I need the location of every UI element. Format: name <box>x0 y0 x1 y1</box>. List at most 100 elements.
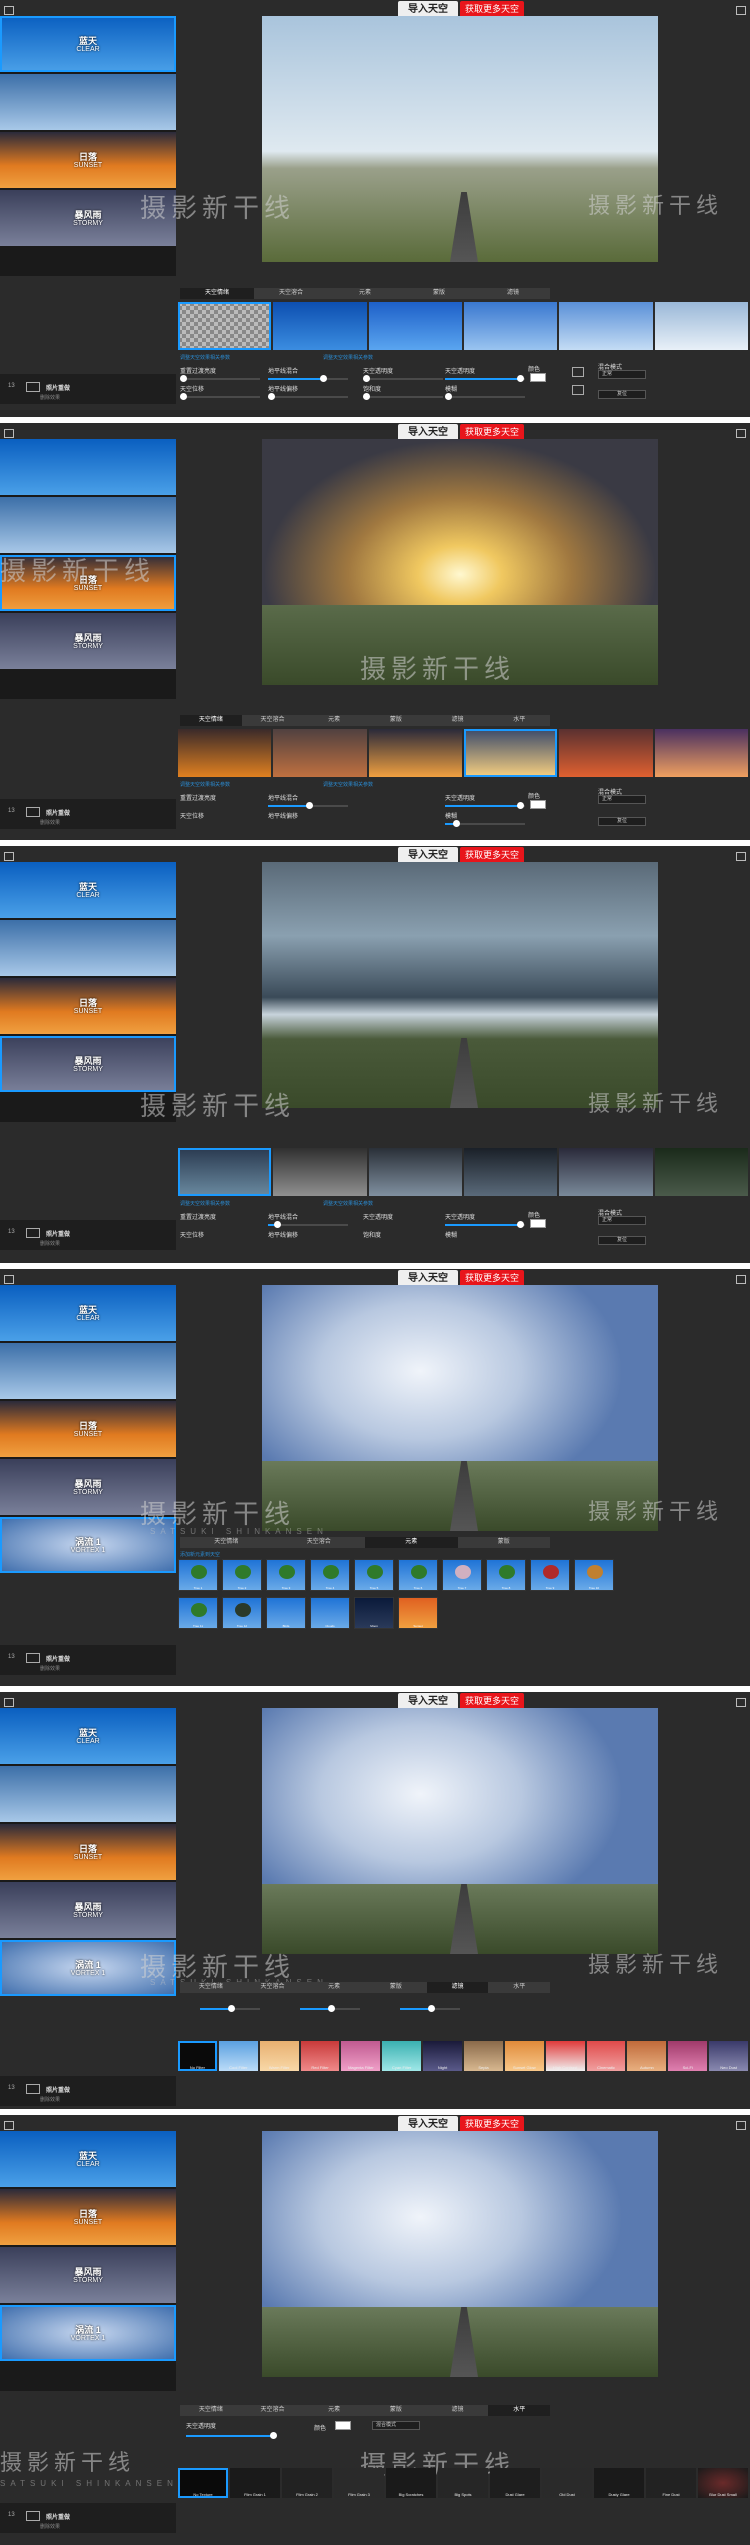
back-icon[interactable] <box>4 1698 14 1707</box>
texture-dust-glare[interactable]: Dust Glare <box>490 2468 540 2498</box>
sky-item-stormy[interactable]: 暴风雨 STORMY <box>0 1882 176 1938</box>
tab-sky-blend[interactable]: 天空溶合 <box>242 2405 304 2416</box>
element-birds[interactable]: Birds <box>266 1597 306 1629</box>
sky-item-clouds[interactable] <box>0 74 176 130</box>
back-icon[interactable] <box>4 6 14 15</box>
thumb-blue-5[interactable] <box>654 302 748 350</box>
filter-sunset-glow[interactable]: Sunset Glow <box>504 2041 544 2071</box>
element-tree-9[interactable]: Tree 9 <box>530 1559 570 1591</box>
element-sunset[interactable]: Sunset <box>398 1597 438 1629</box>
filter-red[interactable]: Red Filter <box>300 2041 340 2071</box>
remove-effect-label[interactable]: 删除效果 <box>40 2096 60 2103</box>
share-icon[interactable] <box>736 6 746 15</box>
remove-effect-label[interactable]: 删除效果 <box>40 819 60 826</box>
tab-sky-blend[interactable]: 天空溶合 <box>273 1537 366 1548</box>
filter-cool[interactable]: Cool Filter <box>218 2041 258 2071</box>
filter-color-slider[interactable] <box>400 2005 460 2012</box>
brightness-slider[interactable] <box>180 375 260 382</box>
sky-opacity-slider[interactable] <box>445 1221 525 1228</box>
back-icon[interactable] <box>4 1275 14 1284</box>
sky-item-clear[interactable]: 蓝天 CLEAR <box>0 1285 176 1341</box>
sky-item-sunset[interactable]: 日落 SUNSET <box>0 2189 176 2245</box>
tab-elements[interactable]: 元素 <box>303 2405 365 2416</box>
blend-mode-dropdown[interactable]: 正常 <box>598 1216 646 1225</box>
saturation-slider[interactable] <box>363 393 443 400</box>
element-tree-7[interactable]: Tree 7 <box>442 1559 482 1591</box>
horizon-blend-slider[interactable] <box>268 1221 348 1228</box>
sky-opacity-slider[interactable] <box>445 802 525 809</box>
horizon-offset-slider[interactable] <box>268 393 348 400</box>
element-tree-12[interactable]: Tree 12 <box>222 1597 262 1629</box>
tab-sky-blend[interactable]: 天空溶合 <box>242 1982 304 1993</box>
tab-level[interactable]: 水平 <box>488 2405 551 2416</box>
element-tree-2[interactable]: Tree 2 <box>222 1559 262 1591</box>
element-tree-10[interactable]: Tree 10 <box>574 1559 614 1591</box>
thumb-sunset-1[interactable] <box>178 729 272 777</box>
filter-sepia[interactable]: Sepia <box>464 2041 503 2071</box>
blend-mode-dropdown[interactable]: 正常 <box>598 370 646 379</box>
thumb-sunset-3[interactable] <box>368 729 462 777</box>
thumb-sunset-5[interactable] <box>559 729 653 777</box>
tab-mask[interactable]: 蒙版 <box>458 1537 551 1548</box>
share-icon[interactable] <box>736 1698 746 1707</box>
tab-mask[interactable]: 蒙版 <box>402 288 476 299</box>
sky-item-sunset[interactable]: 日落 SUNSET <box>0 1824 176 1880</box>
texture-blur-dust[interactable]: Blur Dust Small <box>698 2468 748 2498</box>
sky-item-stormy[interactable]: 暴风雨 STORMY <box>0 613 176 669</box>
color-swatch[interactable] <box>335 2421 351 2430</box>
flip-icon[interactable] <box>572 367 584 377</box>
tab-elements[interactable]: 元素 <box>328 288 402 299</box>
texture-big-scratches[interactable]: Big Scratches <box>386 2468 436 2498</box>
thumb-sunset-2[interactable] <box>273 729 367 777</box>
blur-slider[interactable] <box>445 393 525 400</box>
horizon-blend-slider[interactable] <box>268 375 348 382</box>
tab-sky-mood[interactable]: 天空情绪 <box>180 288 254 299</box>
element-clouds[interactable]: Clouds <box>310 1597 350 1629</box>
filter-strength-slider[interactable] <box>200 2005 260 2012</box>
filter-warm[interactable]: Warm Filter <box>259 2041 299 2071</box>
filter-mix-slider[interactable] <box>300 2005 360 2012</box>
filter-magenta[interactable]: Magenta Filter <box>341 2041 381 2071</box>
texture-dusty-glare[interactable]: Dusty Glare <box>594 2468 644 2498</box>
blur-slider[interactable] <box>445 820 525 827</box>
photo-redo-row[interactable]: 13 照片重做 删除效果 <box>0 2503 176 2533</box>
color-swatch[interactable] <box>530 800 546 809</box>
sky-item-sunset[interactable]: 日落 SUNSET <box>0 978 176 1034</box>
sky-item-clouds[interactable] <box>0 497 176 553</box>
element-tree-8[interactable]: Tree 8 <box>486 1559 526 1591</box>
element-tree-6[interactable]: Tree 6 <box>398 1559 438 1591</box>
sky-item-stormy[interactable]: 暴风雨 STORMY <box>0 1036 176 1092</box>
sky-item-clouds[interactable] <box>0 1343 176 1399</box>
element-tree-4[interactable]: Tree 4 <box>310 1559 350 1591</box>
horizon-blend-slider[interactable] <box>268 802 348 809</box>
sky-item-vortex[interactable]: 涡流 1 VORTEX 1 <box>0 2305 176 2361</box>
texture-old-dust[interactable]: Old Dust <box>542 2468 592 2498</box>
texture-fine-dust[interactable]: Fine Dust <box>646 2468 696 2498</box>
thumb-storm-5[interactable] <box>559 1148 653 1196</box>
thumb-storm-6[interactable] <box>654 1148 748 1196</box>
color-swatch[interactable] <box>530 373 546 382</box>
share-icon[interactable] <box>736 429 746 438</box>
tab-sky-mood[interactable]: 天空情绪 <box>180 1982 242 1993</box>
tab-sky-blend[interactable]: 天空溶合 <box>254 288 328 299</box>
remove-effect-label[interactable]: 删除效果 <box>40 1665 60 1672</box>
tab-elements[interactable]: 元素 <box>365 1537 458 1548</box>
tab-mask[interactable]: 蒙版 <box>365 1982 427 1993</box>
tab-level[interactable]: 水平 <box>488 1982 550 1993</box>
filter-night[interactable]: Night <box>423 2041 463 2071</box>
filter-cyan[interactable]: Cyan Filter <box>382 2041 422 2071</box>
thumb-storm-3[interactable] <box>368 1148 462 1196</box>
sky-item-sunset[interactable]: 日落 SUNSET <box>0 132 176 188</box>
element-moon[interactable]: Moon <box>354 1597 394 1629</box>
sky-opacity-2-slider[interactable] <box>445 375 525 382</box>
share-icon[interactable] <box>736 852 746 861</box>
texture-grain-1[interactable]: Film Grain 1 <box>230 2468 280 2498</box>
filter-high-contrast[interactable]: High Contrast <box>545 2041 585 2071</box>
tab-sky-mood[interactable]: 天空情绪 <box>180 2405 242 2416</box>
reset-button[interactable]: 复位 <box>598 817 646 826</box>
thumb-blue-4[interactable] <box>559 302 653 350</box>
element-tree-1[interactable]: Tree 1 <box>178 1559 218 1591</box>
element-tree-3[interactable]: Tree 3 <box>266 1559 306 1591</box>
reset-button[interactable]: 复位 <box>598 1236 646 1245</box>
thumb-sunset-4[interactable] <box>463 729 558 777</box>
